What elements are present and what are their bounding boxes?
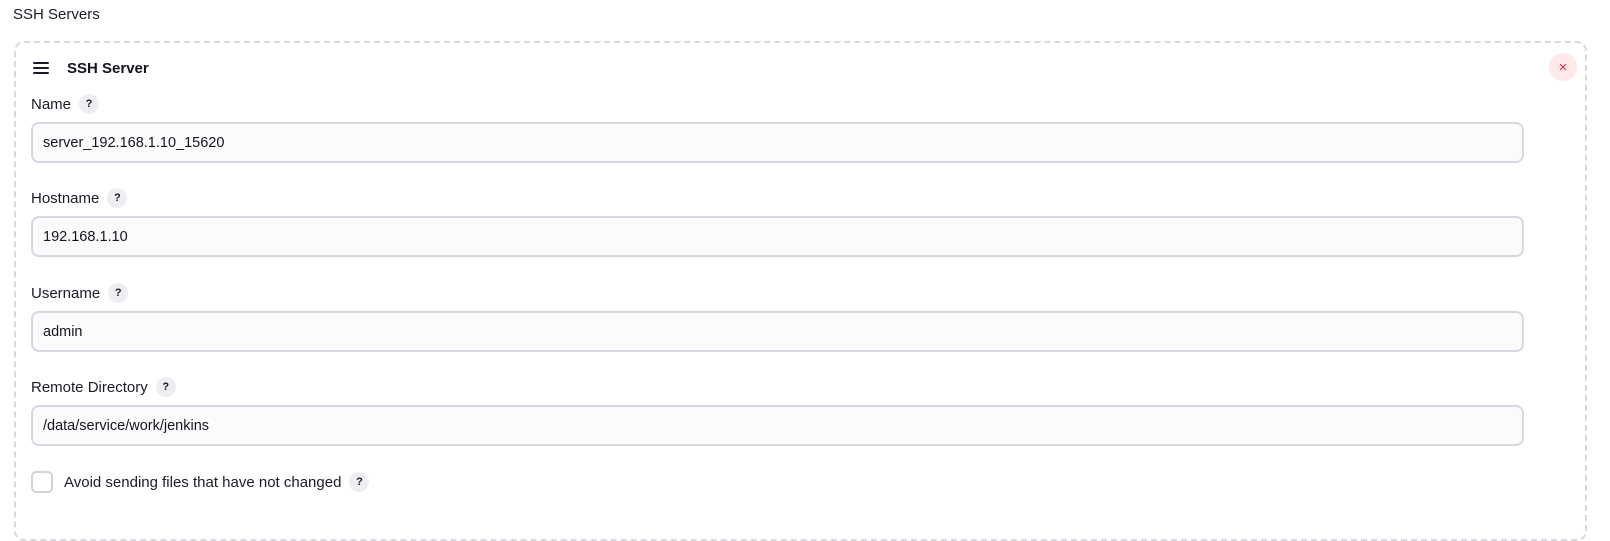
hostname-label-row: Hostname ? (31, 187, 1524, 209)
avoid-sending-label[interactable]: Avoid sending files that have not change… (64, 474, 341, 491)
delete-server-button[interactable]: × (1549, 53, 1577, 81)
avoid-sending-help-icon[interactable]: ? (349, 472, 370, 492)
ssh-server-card: SSH Server × Name ? Hostname ? Username … (14, 41, 1587, 541)
drag-handle-icon[interactable] (33, 62, 49, 74)
hostname-input[interactable] (31, 216, 1524, 257)
name-input[interactable] (31, 122, 1524, 163)
username-field-group: Username ? (31, 282, 1524, 352)
remote-directory-field-group: Remote Directory ? (31, 376, 1524, 446)
remote-directory-label-row: Remote Directory ? (31, 376, 1524, 398)
name-help-icon[interactable]: ? (79, 94, 100, 114)
remote-directory-help-icon[interactable]: ? (155, 377, 176, 397)
section-title: SSH Servers (13, 6, 100, 23)
hostname-help-icon[interactable]: ? (107, 188, 128, 208)
hostname-label: Hostname (31, 189, 100, 207)
avoid-sending-checkbox[interactable] (31, 471, 53, 493)
username-input[interactable] (31, 311, 1524, 352)
username-label: Username (31, 284, 101, 302)
username-help-icon[interactable]: ? (108, 283, 129, 303)
name-field-group: Name ? (31, 93, 1524, 163)
card-header: SSH Server (33, 57, 149, 79)
name-label: Name (31, 95, 72, 113)
remote-directory-input[interactable] (31, 405, 1524, 446)
remote-directory-label: Remote Directory (31, 378, 148, 396)
card-title: SSH Server (67, 59, 149, 77)
username-label-row: Username ? (31, 282, 1524, 304)
name-label-row: Name ? (31, 93, 1524, 115)
close-icon: × (1558, 58, 1568, 76)
avoid-sending-row: Avoid sending files that have not change… (31, 470, 370, 494)
hostname-field-group: Hostname ? (31, 187, 1524, 257)
